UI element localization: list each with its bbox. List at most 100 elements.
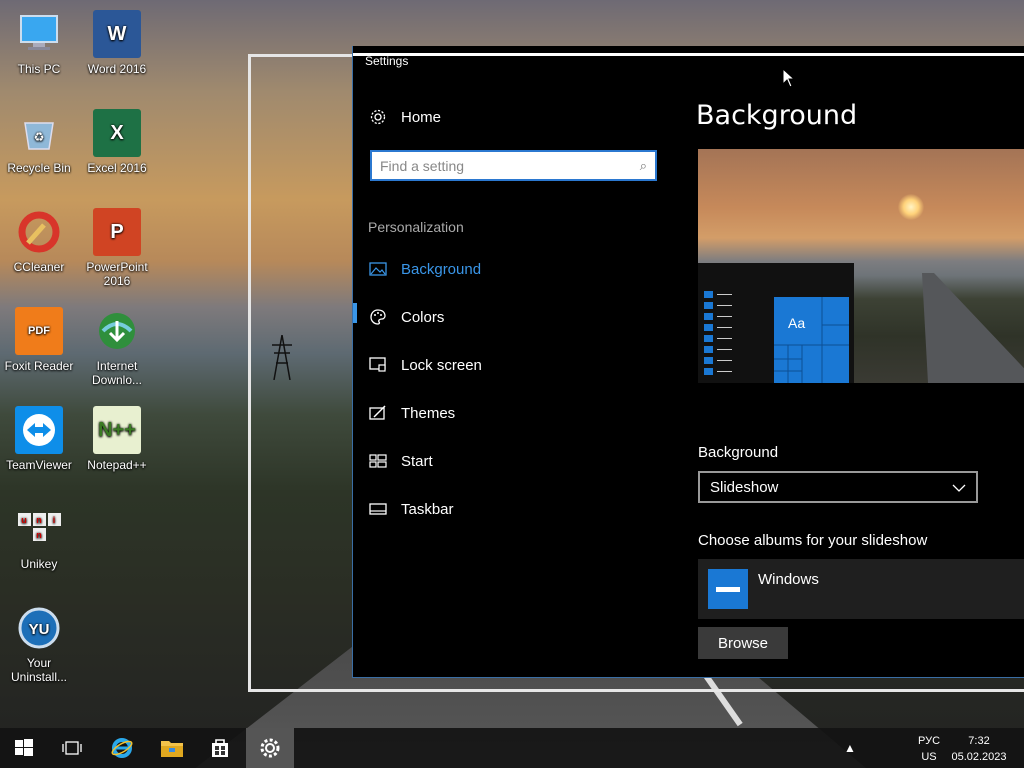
your-uninstaller-shortcut[interactable]: YU Your Uninstall... [0,604,78,684]
internet-explorer-icon [111,738,133,758]
task-view-icon [62,741,82,755]
unikey-keyboard-icon: un i n [15,505,63,553]
excel-icon: X [93,109,141,157]
lock-screen-icon [369,356,387,374]
ccleaner-shortcut[interactable]: CCleaner [0,208,78,274]
desktop-icon-label: CCleaner [13,260,65,274]
page-title: Background [696,100,858,131]
preview-start-menu: Aa [698,263,854,383]
start-button[interactable] [0,728,48,768]
desktop-icon-label: Foxit Reader [4,359,74,373]
desktop-icon-label: TeamViewer [6,458,72,472]
gear-icon [369,108,387,126]
svg-text:n: n [36,515,42,525]
excel-2016-shortcut[interactable]: X Excel 2016 [78,109,156,175]
nav-taskbar[interactable]: Taskbar [369,494,454,524]
background-label: Background [698,444,779,461]
teamviewer-shortcut[interactable]: TeamViewer [0,406,78,472]
nav-colors[interactable]: Colors [369,302,444,332]
nav-background[interactable]: Background [369,254,481,284]
desktop-icon-label: Your Uninstall... [10,656,68,684]
computer-icon [15,10,63,58]
clock[interactable]: 7:32 05.02.2023 [946,728,1012,768]
search-box[interactable]: ⌕ [370,150,657,181]
themes-icon [369,404,387,422]
show-hidden-icons-button[interactable]: ▲ [838,728,862,768]
search-input[interactable] [380,157,640,174]
internet-download-manager-shortcut[interactable]: Internet Downlo... [78,307,156,387]
nav-lock-screen[interactable]: Lock screen [369,350,482,380]
recycle-bin-shortcut[interactable]: ♻ Recycle Bin [0,109,78,175]
folder-icon [161,741,183,757]
preview-menu-list [704,291,734,379]
desktop-icon-label: Internet Downlo... [91,359,143,387]
notepad-plus-plus-shortcut[interactable]: N++ Notepad++ [78,406,156,472]
word-icon: W [93,10,141,58]
search-icon: ⌕ [639,157,647,173]
language-code: РУС [917,735,941,747]
internet-explorer-button[interactable] [98,728,146,768]
chevron-down-icon [952,479,966,496]
desktop-icon-label: Notepad++ [87,458,147,472]
desktop-icon-label: Recycle Bin [7,161,71,175]
foxit-pdf-icon: PDF [15,307,63,355]
store-bag-icon [212,739,228,757]
ccleaner-icon [15,208,63,256]
taskbar: ▲ РУС US 7:32 05.02.2023 [0,728,1024,768]
folder-icon [708,569,748,609]
nav-label: Colors [401,308,445,326]
task-view-button[interactable] [48,728,96,768]
preview-tiles: Aa [774,297,849,383]
desktop-icon-label: Unikey [20,557,58,571]
nav-start[interactable]: Start [369,446,433,476]
nav-home[interactable]: Home [369,102,441,132]
input-language-indicator[interactable]: РУС US [910,728,948,768]
album-name: Windows [758,571,819,588]
desktop-icon-label: Excel 2016 [87,161,147,175]
desktop-icon-label: This PC [17,62,61,76]
settings-window[interactable]: Settings Home ⌕ Personalization Backgrou… [352,46,1024,678]
notepad-plus-plus-icon: N++ [93,406,141,454]
desktop-icon-label: Word 2016 [87,62,147,76]
desktop-icon-label: PowerPoint 2016 [86,260,148,288]
unikey-shortcut[interactable]: un i n Unikey [0,505,78,571]
foxit-reader-shortcut[interactable]: PDF Foxit Reader [0,307,78,373]
svg-text:u: u [21,515,27,525]
gear-icon [260,738,280,758]
teamviewer-icon [15,406,63,454]
your-uninstaller-icon: YU [15,604,63,652]
start-icon [369,452,387,470]
store-button[interactable] [196,728,244,768]
svg-text:YU: YU [29,621,50,638]
clock-time: 7:32 [968,735,990,747]
window-top-edge [353,53,1024,56]
album-windows[interactable]: Windows [698,559,1024,619]
keyboard-layout: US [921,751,937,763]
file-explorer-button[interactable] [148,728,196,768]
browse-button[interactable]: Browse [698,627,788,659]
background-dropdown[interactable]: Slideshow [698,471,978,503]
background-dropdown-value: Slideshow [710,478,779,496]
picture-icon [369,260,387,278]
albums-label: Choose albums for your slideshow [698,532,928,549]
globe-download-icon [93,307,141,355]
svg-text:i: i [53,515,56,525]
clock-date: 05.02.2023 [951,751,1007,763]
nav-home-label: Home [401,108,442,126]
palette-icon [369,308,387,326]
svg-text:♻: ♻ [34,130,45,144]
this-pc-shortcut[interactable]: This PC [0,10,78,76]
preview-sun [898,194,924,220]
nav-label: Background [401,260,482,278]
nav-label: Taskbar [401,500,454,518]
taskbar-icon [369,500,387,518]
settings-taskbar-button[interactable] [246,728,294,768]
powerpoint-2016-shortcut[interactable]: P PowerPoint 2016 [78,208,156,288]
nav-label: Themes [401,404,456,422]
windows-logo-icon [15,739,33,756]
word-2016-shortcut[interactable]: W Word 2016 [78,10,156,76]
nav-themes[interactable]: Themes [369,398,455,428]
mouse-cursor-icon [782,68,796,88]
chevron-up-icon: ▲ [844,741,856,755]
nav-label: Start [401,452,433,470]
